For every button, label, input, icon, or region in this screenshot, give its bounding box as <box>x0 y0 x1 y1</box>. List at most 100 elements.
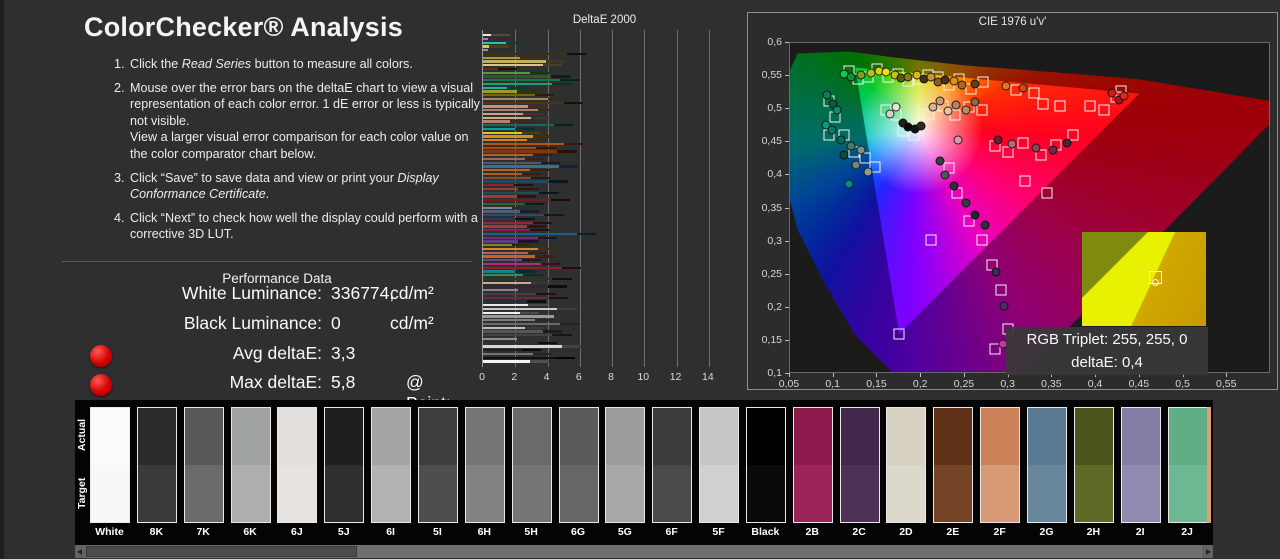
swatch-column-6J[interactable] <box>277 407 317 523</box>
cie-measured-point[interactable] <box>892 102 901 111</box>
cie-measured-point[interactable] <box>916 121 925 130</box>
black-luminance-value: 0 <box>331 313 341 334</box>
cie-measured-point[interactable] <box>864 167 873 176</box>
scrollbar-left-arrow-icon[interactable] <box>75 545 86 558</box>
cie-y-tick <box>785 241 789 242</box>
cie-measured-point[interactable] <box>943 106 952 115</box>
cie-measured-point[interactable] <box>994 136 1003 145</box>
swatch-column-6G[interactable] <box>559 407 599 523</box>
swatch-column-5F[interactable] <box>699 407 739 523</box>
cie-measured-point[interactable] <box>970 210 979 219</box>
swatch-column-2G[interactable] <box>1027 407 1067 523</box>
swatch-column-2C[interactable] <box>840 407 880 523</box>
cie-measured-point[interactable] <box>981 220 990 229</box>
cie-measured-point[interactable] <box>846 72 855 81</box>
cie-measured-point[interactable] <box>991 267 1000 276</box>
cie-measured-point[interactable] <box>958 81 967 90</box>
cie-measured-point[interactable] <box>1001 82 1010 91</box>
cie-measured-point[interactable] <box>852 161 861 170</box>
cie-measured-point[interactable] <box>935 96 944 105</box>
cie-target-square[interactable] <box>893 328 904 339</box>
cie-measured-point[interactable] <box>970 79 979 88</box>
cie-measured-point[interactable] <box>952 100 961 109</box>
cie-measured-point[interactable] <box>836 136 845 145</box>
cie-target-square[interactable] <box>995 284 1006 295</box>
cie-measured-point[interactable] <box>833 106 842 115</box>
cie-measured-point[interactable] <box>961 198 970 207</box>
cie-target-square[interactable] <box>926 235 937 246</box>
cie-measured-point[interactable] <box>856 70 865 79</box>
swatch-column-6K[interactable] <box>231 407 271 523</box>
swatch-column-5I[interactable] <box>418 407 458 523</box>
swatch-column-White[interactable] <box>90 407 130 523</box>
cie-measured-point[interactable] <box>1119 91 1128 100</box>
swatch-column-2I[interactable] <box>1121 407 1161 523</box>
swatch-column-6F[interactable] <box>652 407 692 523</box>
deltae-bar-fill <box>483 94 535 96</box>
cie-measured-point[interactable] <box>904 72 913 81</box>
strip-scrollbar[interactable] <box>75 545 1213 558</box>
cie-measured-point[interactable] <box>827 125 836 134</box>
cie-target-square[interactable] <box>1041 188 1052 199</box>
cie-measured-point[interactable] <box>856 146 865 155</box>
swatch-target <box>419 465 457 522</box>
cie-measured-point[interactable] <box>1008 140 1017 149</box>
swatch-column-6I[interactable] <box>371 407 411 523</box>
cie-measured-point[interactable] <box>823 90 832 99</box>
deltae-x-tick-label: 14 <box>702 371 714 383</box>
scrollbar-right-arrow-icon[interactable] <box>1202 545 1213 558</box>
cie-measured-point[interactable] <box>941 75 950 84</box>
swatch-column-2H[interactable] <box>1074 407 1114 523</box>
swatch-actual <box>185 408 223 465</box>
cie-target-square[interactable] <box>1028 88 1039 99</box>
cie-measured-point[interactable] <box>881 67 890 76</box>
cie-x-tick-label: 0,45 <box>1129 378 1149 390</box>
deltae-bar-fill <box>483 79 560 81</box>
swatch-label: 2D <box>886 526 926 538</box>
cie-measured-point[interactable] <box>961 106 970 115</box>
swatch-column-5G[interactable] <box>605 407 645 523</box>
swatch-column-5H[interactable] <box>512 407 552 523</box>
cie-measured-point[interactable] <box>1062 139 1071 148</box>
cie-measured-point[interactable] <box>1031 143 1040 152</box>
swatch-column-5J[interactable] <box>324 407 364 523</box>
cie-measured-point[interactable] <box>941 171 950 180</box>
cie-measured-point[interactable] <box>935 157 944 166</box>
cie-target-square[interactable] <box>976 235 987 246</box>
deltae-bar-fill <box>483 162 541 164</box>
swatch-column-2F[interactable] <box>980 407 1020 523</box>
cie-measured-point[interactable] <box>949 77 958 86</box>
swatch-column-2D[interactable] <box>886 407 926 523</box>
cie-target-square[interactable] <box>976 105 987 116</box>
swatch-column-2J[interactable] <box>1168 407 1208 523</box>
instruction-text: Click “Save” to save data and view or pr… <box>130 171 397 185</box>
cie-target-square[interactable] <box>1020 176 1031 187</box>
swatch-column-7K[interactable] <box>184 407 224 523</box>
deltae-bar-fill <box>483 34 491 36</box>
swatch-actual <box>1028 408 1066 465</box>
cie-measured-point[interactable] <box>1049 146 1058 155</box>
cie-measured-point[interactable] <box>886 110 895 119</box>
cie-target-square[interactable] <box>1098 105 1109 116</box>
swatch-target <box>466 465 504 522</box>
swatch-target <box>185 465 223 522</box>
cie-target-square[interactable] <box>1085 100 1096 111</box>
scrollbar-thumb[interactable] <box>86 546 357 557</box>
swatch-column-2B[interactable] <box>793 407 833 523</box>
cie-target-square[interactable] <box>978 76 989 87</box>
cie-measured-point[interactable] <box>954 135 963 144</box>
cie-target-square[interactable] <box>1018 138 1029 149</box>
cie-target-square[interactable] <box>1037 98 1048 109</box>
swatch-column-6H[interactable] <box>465 407 505 523</box>
cie-measured-point[interactable] <box>970 98 979 107</box>
cie-measured-point[interactable] <box>1019 83 1028 92</box>
swatch-column-8K[interactable] <box>137 407 177 523</box>
swatch-column-2E[interactable] <box>933 407 973 523</box>
cie-measured-point[interactable] <box>845 180 854 189</box>
cie-measured-point[interactable] <box>949 181 958 190</box>
cie-measured-point[interactable] <box>839 150 848 159</box>
cie-target-square[interactable] <box>1054 100 1065 111</box>
cie-measured-point[interactable] <box>846 141 855 150</box>
cie-measured-point[interactable] <box>1000 302 1009 311</box>
swatch-column-Black[interactable] <box>746 407 786 523</box>
